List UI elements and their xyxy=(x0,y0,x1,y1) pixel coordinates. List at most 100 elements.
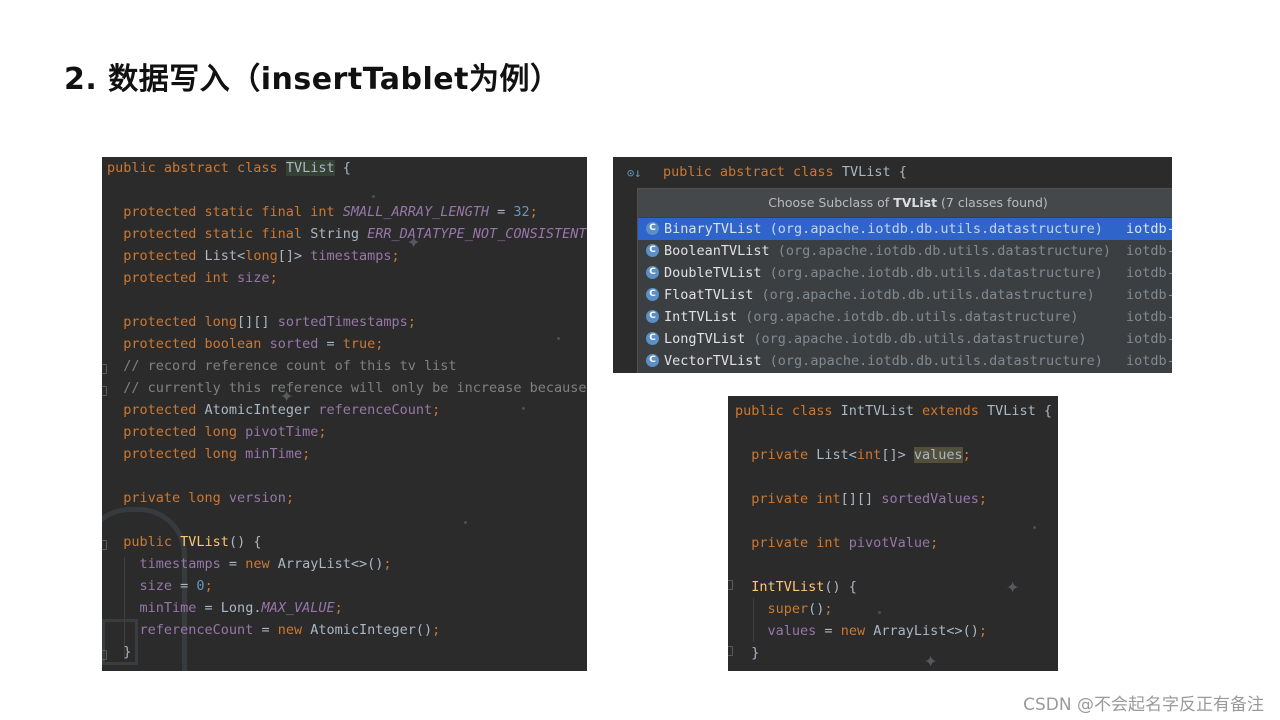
code-token: protected xyxy=(107,402,205,418)
code-token: version xyxy=(228,490,286,506)
code-token: sortedTimestamps xyxy=(277,314,408,330)
code-token: public xyxy=(107,534,181,550)
code-line: protected long minTime; xyxy=(107,443,310,465)
code-token: protected static final xyxy=(107,226,311,242)
subclass-item[interactable]: C BinaryTVList (org.apache.iotdb.db.utils… xyxy=(638,218,1172,240)
class-icon: C xyxy=(646,354,659,367)
code-token: ; xyxy=(432,622,441,638)
subclass-item[interactable]: C DoubleTVList (org.apache.iotdb.db.utils… xyxy=(638,262,1172,284)
subclass-module: iotdb- xyxy=(1126,309,1172,325)
subclass-item[interactable]: C VectorTVList (org.apache.iotdb.db.utils… xyxy=(638,350,1172,372)
code-token: ArrayList<>() xyxy=(277,556,384,572)
code-token: protected int xyxy=(107,270,238,286)
subclass-name: BooleanTVList (org.apache.iotdb.db.utils… xyxy=(664,243,1112,259)
slide-title: 2. 数据写入（insertTablet为例） xyxy=(64,62,561,97)
code-token: minTime xyxy=(139,600,197,616)
code-token: 32 xyxy=(513,204,530,220)
code-token: new xyxy=(245,556,278,572)
implemented-arrow-icon[interactable]: ⊙↓ xyxy=(627,166,641,180)
subclass-item[interactable]: C FloatTVList (org.apache.iotdb.db.utils.… xyxy=(638,284,1172,306)
code-token: ; xyxy=(204,578,213,594)
subclass-item[interactable]: C LongTVList (org.apache.iotdb.db.utils.d… xyxy=(638,328,1172,350)
class-declaration-line: public abstract class TVList { xyxy=(663,161,907,183)
code-token: size xyxy=(139,578,173,594)
tvlist-code-panel: ✦ ✦ public abstract class TVList { prote… xyxy=(102,157,587,671)
choose-subclass-popup: Choose Subclass of TVList (7 classes fou… xyxy=(637,188,1172,373)
code-token: protected boolean xyxy=(107,336,270,352)
code-line: protected static final int SMALL_ARRAY_L… xyxy=(107,201,538,223)
class-icon: C xyxy=(646,288,659,301)
code-token: = xyxy=(253,622,278,638)
code-line: // record reference count of this tv lis… xyxy=(107,355,456,377)
subclass-package: (org.apache.iotdb.db.utils.datastructure… xyxy=(737,309,1079,325)
code-line: size = 0; xyxy=(107,575,213,597)
code-token: private int xyxy=(735,535,849,551)
code-line: protected boolean sorted = true; xyxy=(107,333,383,355)
code-line: protected long[][] sortedTimestamps; xyxy=(107,311,416,333)
code-token: 0 xyxy=(196,578,205,594)
code-token: protected xyxy=(107,248,205,264)
code-token: ; xyxy=(391,248,400,264)
class-icon: C xyxy=(646,310,659,323)
subclass-package: (org.apache.iotdb.db.utils.datastructure… xyxy=(745,331,1087,347)
subclass-chooser-panel: ⊙↓ public abstract class TVList { Choose… xyxy=(613,157,1172,373)
code-token: []> xyxy=(881,447,914,463)
code-token: = Long. xyxy=(196,600,262,616)
code-token: [][] xyxy=(237,314,278,330)
code-token: IntTVList xyxy=(840,403,922,419)
code-token: sorted xyxy=(269,336,319,352)
subclass-module: iotdb- xyxy=(1126,353,1172,369)
code-token: protected long xyxy=(107,424,246,440)
code-line: } xyxy=(735,642,759,664)
fold-marker[interactable] xyxy=(728,580,733,590)
code-token: ; xyxy=(334,600,343,616)
code-line: private long version; xyxy=(107,487,294,509)
code-token: [][] xyxy=(840,491,882,507)
code-token: ERR_DATATYPE_NOT_CONSISTENT xyxy=(367,226,587,242)
subclass-name: BinaryTVList (org.apache.iotdb.db.utils.… xyxy=(664,221,1103,237)
code-token: true; xyxy=(342,336,384,352)
code-token: pivotValue xyxy=(848,535,931,551)
code-line: // currently this reference will only be… xyxy=(107,377,587,399)
code-token: IntTVList xyxy=(751,579,825,595)
fold-marker[interactable] xyxy=(728,646,733,656)
subclass-item[interactable]: C BooleanTVList (org.apache.iotdb.db.util… xyxy=(638,240,1172,262)
code-token: ; xyxy=(930,535,939,551)
code-token: size xyxy=(237,270,270,286)
code-token: ; xyxy=(962,447,971,463)
code-token: { xyxy=(334,160,351,176)
code-line: IntTVList() { xyxy=(735,576,857,598)
code-token: } xyxy=(107,644,132,660)
subclass-module: iotdb- xyxy=(1126,221,1172,237)
subclass-module: iotdb- xyxy=(1126,265,1172,281)
popup-title: Choose Subclass of TVList (7 classes fou… xyxy=(638,189,1172,217)
code-line: super(); xyxy=(735,598,833,620)
code-token: // currently this reference will only be… xyxy=(107,380,587,396)
sparkle-icon: ✦ xyxy=(924,648,938,672)
code-token: new xyxy=(840,623,874,639)
subclass-package: (org.apache.iotdb.db.utils.datastructure… xyxy=(761,353,1103,369)
class-icon: C xyxy=(646,222,659,235)
code-line: referenceCount = new AtomicInteger(); xyxy=(107,619,441,641)
code-token: new xyxy=(277,622,311,638)
code-token: referenceCount xyxy=(139,622,254,638)
code-token: values xyxy=(913,447,963,463)
code-token: pivotTime xyxy=(245,424,319,440)
code-token: long xyxy=(245,248,278,264)
code-token: ; xyxy=(978,623,988,639)
code-token: super xyxy=(767,601,809,617)
subclass-item[interactable]: C IntTVList (org.apache.iotdb.db.utils.da… xyxy=(638,306,1172,328)
code-token: ; xyxy=(269,270,278,286)
code-token: minTime xyxy=(245,446,303,462)
code-line: protected AtomicInteger referenceCount; xyxy=(107,399,440,421)
subclass-module: iotdb- xyxy=(1126,287,1172,303)
code-token: private long xyxy=(107,490,229,506)
code-token: ; xyxy=(407,314,416,330)
code-token: ; xyxy=(285,490,294,506)
code-line: values = new ArrayList<>(); xyxy=(735,620,988,642)
code-token: TVList { xyxy=(986,403,1053,419)
